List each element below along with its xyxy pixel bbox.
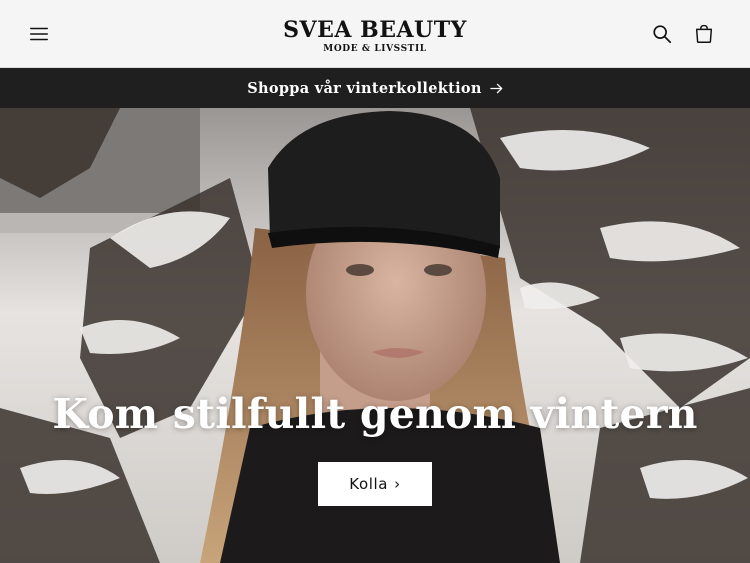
search-icon bbox=[653, 25, 672, 44]
hero-cta-label: Kolla bbox=[349, 475, 389, 493]
brand-tagline: MODE & LIVSSTIL bbox=[323, 44, 427, 54]
arrow-right-icon bbox=[490, 82, 503, 95]
announcement-bar[interactable]: Shoppa vår vinterkollektion bbox=[0, 68, 750, 108]
announcement-text: Shoppa vår vinterkollektion bbox=[247, 79, 482, 97]
brand-logo[interactable]: SVEA BEAUTY MODE & LIVSSTIL bbox=[0, 17, 750, 55]
cart-button[interactable] bbox=[690, 20, 718, 48]
cart-icon bbox=[695, 24, 713, 43]
hero-cta-button[interactable]: Kolla › bbox=[318, 462, 432, 506]
site-header: SVEA BEAUTY MODE & LIVSSTIL bbox=[0, 0, 750, 68]
chevron-right-icon: › bbox=[394, 475, 401, 493]
hero-banner: Kom stilfullt genom vintern Kolla › bbox=[0, 108, 750, 563]
search-button[interactable] bbox=[648, 20, 676, 48]
hero-heading: Kom stilfullt genom vintern bbox=[52, 390, 698, 438]
brand-name: SVEA BEAUTY bbox=[283, 17, 467, 43]
